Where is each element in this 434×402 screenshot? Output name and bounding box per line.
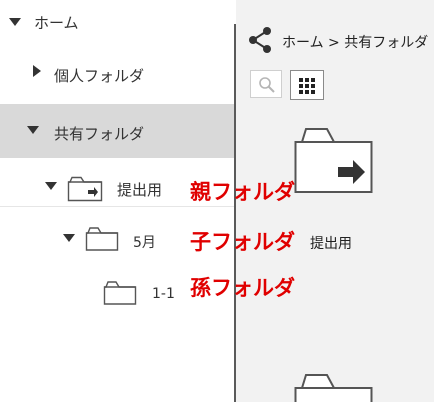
folder-large-icon[interactable] (294, 372, 374, 402)
tree-item-label: 共有フォルダ (54, 125, 145, 143)
folder-icon (85, 227, 119, 251)
shared-folder-icon (67, 176, 103, 202)
annotation-child: 子フォルダ (190, 230, 295, 254)
search-icon (259, 77, 275, 93)
tree-item-label: 5月 (133, 235, 156, 251)
tree-item-personal[interactable]: 個人フォルダ (0, 60, 234, 90)
expand-arrow-icon[interactable] (27, 126, 39, 134)
breadcrumb-separator: > (328, 35, 340, 51)
folder-icon (103, 281, 137, 305)
tree-item-label: ホーム (34, 14, 79, 32)
shared-folder-large-icon (294, 128, 373, 193)
annotation-grandchild: 孫フォルダ (190, 276, 295, 300)
breadcrumb: ホーム > 共有フォルダ (282, 32, 428, 52)
grid-icon (299, 78, 315, 94)
folder-tile-label: 提出用 (310, 236, 352, 252)
tree-separator (0, 206, 234, 207)
grid-view-button[interactable] (290, 70, 324, 100)
share-icon[interactable] (248, 26, 274, 54)
breadcrumb-home[interactable]: ホーム (282, 35, 324, 51)
tree-item-label: 提出用 (117, 181, 163, 199)
tree-item-home[interactable]: ホーム (0, 8, 234, 36)
collapse-arrow-icon[interactable] (33, 65, 41, 77)
folder-tile-submit[interactable]: 提出用 (294, 126, 374, 256)
expand-arrow-icon[interactable] (9, 18, 21, 26)
tree-item-label: 1-1 (152, 286, 175, 302)
search-view-button[interactable] (250, 70, 282, 98)
tree-item-shared[interactable]: 共有フォルダ (0, 118, 234, 148)
annotation-parent: 親フォルダ (190, 180, 295, 204)
tree-item-label: 個人フォルダ (54, 67, 145, 85)
breadcrumb-current: 共有フォルダ (344, 35, 429, 51)
expand-arrow-icon[interactable] (45, 182, 57, 190)
pane-divider[interactable] (234, 24, 236, 402)
expand-arrow-icon[interactable] (63, 234, 75, 242)
